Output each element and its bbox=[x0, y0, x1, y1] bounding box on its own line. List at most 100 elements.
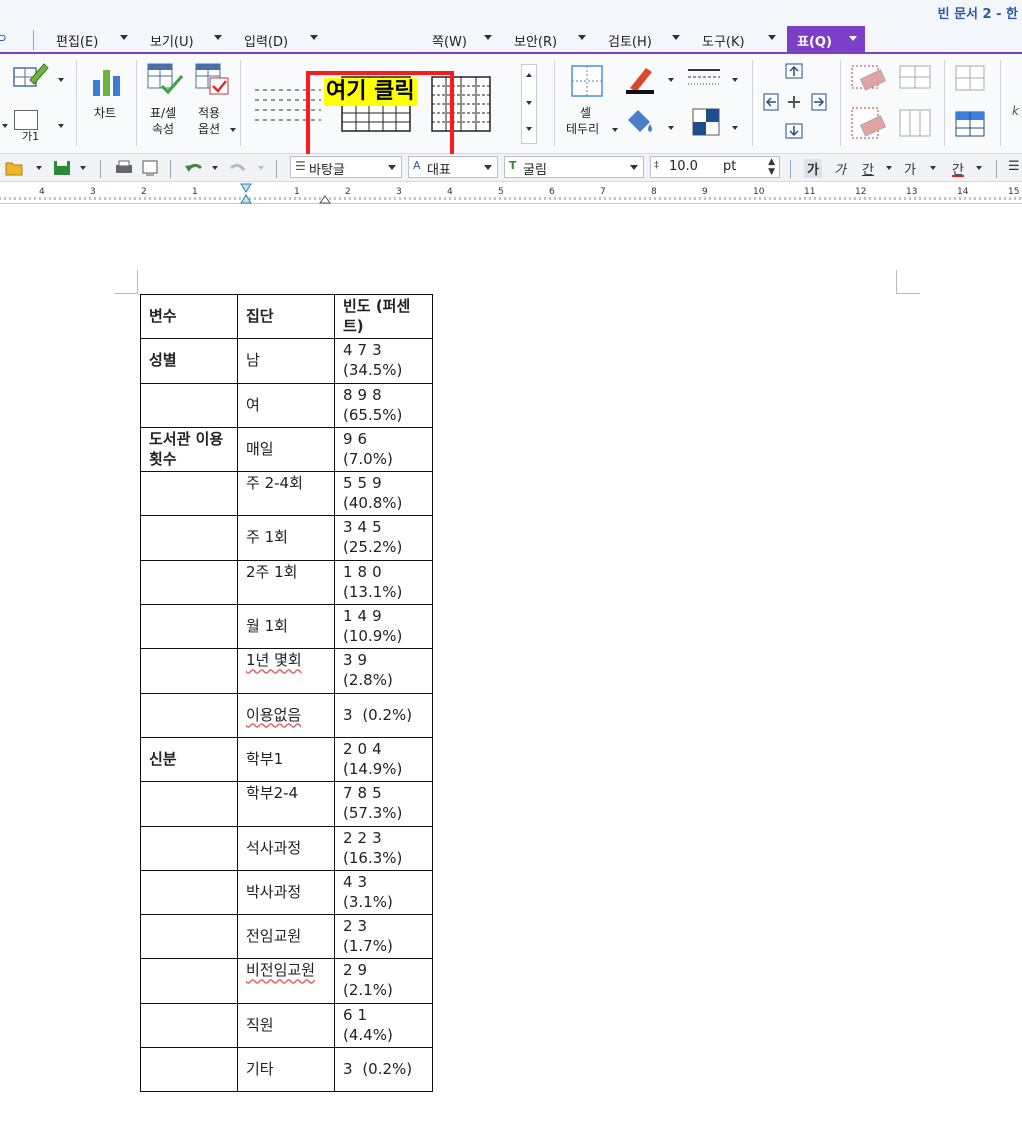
print-icon[interactable] bbox=[114, 159, 134, 177]
cell-group[interactable]: 이용없음 bbox=[237, 692, 335, 738]
save-dropdown-icon[interactable] bbox=[80, 166, 86, 170]
redo-icon[interactable] bbox=[228, 160, 248, 176]
font-color-button[interactable]: 간 bbox=[952, 159, 964, 178]
menu-insert[interactable]: 입력(D) bbox=[244, 31, 288, 50]
line-style-icon[interactable] bbox=[686, 66, 722, 90]
cell-frequency[interactable]: 785 (57.3%) bbox=[334, 781, 433, 827]
apply-options-dropdown-icon[interactable] bbox=[230, 128, 236, 132]
cell-frequency[interactable]: 3 (0.2%) bbox=[334, 1047, 433, 1093]
open-dropdown-icon[interactable] bbox=[36, 166, 42, 170]
cell-variable[interactable] bbox=[140, 781, 238, 827]
menu-edit[interactable]: 편집(E) bbox=[56, 31, 98, 50]
cell-group[interactable]: 2주 1회 bbox=[237, 559, 335, 606]
apply-options-label-2[interactable]: 옵션 bbox=[198, 122, 220, 136]
gallery-more-arrow-icon[interactable] bbox=[526, 127, 532, 131]
language-select[interactable]: A 대표 bbox=[408, 156, 498, 178]
cell-group[interactable]: 남 bbox=[237, 338, 335, 384]
table-row[interactable]: 주 2-4회 559 (40.8%) bbox=[140, 471, 433, 517]
cell-variable[interactable] bbox=[140, 515, 238, 561]
table-row[interactable]: 직원 61 (4.4%) bbox=[140, 1002, 433, 1049]
menu-page[interactable]: 쪽(W) bbox=[432, 31, 467, 50]
cell-group[interactable]: 여 bbox=[237, 382, 335, 428]
cell-variable[interactable] bbox=[140, 382, 238, 428]
undo-dropdown-icon[interactable] bbox=[212, 166, 218, 170]
table-row[interactable]: 신분 학부1 204 (14.9%) bbox=[140, 736, 433, 783]
menu-table-arrow-icon[interactable] bbox=[849, 36, 857, 41]
cell-variable[interactable]: 신분 bbox=[140, 736, 238, 783]
table-row[interactable]: 2주 1회 180 (13.1%) bbox=[140, 559, 433, 606]
cell-frequency[interactable]: 61 (4.4%) bbox=[334, 1002, 433, 1049]
cell-group[interactable]: 주 1회 bbox=[237, 515, 335, 561]
cell-group[interactable]: 월 1회 bbox=[237, 604, 335, 650]
delete-merge-icons[interactable] bbox=[848, 62, 940, 146]
fill-dropdown-icon[interactable] bbox=[668, 126, 674, 130]
cell-properties-icon[interactable] bbox=[146, 62, 186, 98]
cell-frequency[interactable]: 149 (10.9%) bbox=[334, 604, 433, 650]
gallery-down-arrow-icon[interactable] bbox=[526, 101, 532, 105]
cell-border-label-1[interactable]: 셀 bbox=[580, 106, 591, 120]
menu-tools-arrow-icon[interactable] bbox=[768, 35, 776, 40]
draw-table-dropdown-icon[interactable] bbox=[58, 78, 64, 82]
cell-group[interactable]: 학부2-4 bbox=[237, 781, 335, 827]
table-row[interactable]: 학부2-4 785 (57.3%) bbox=[140, 781, 433, 827]
menu-review[interactable]: 검토(H) bbox=[608, 31, 652, 50]
cell-frequency[interactable]: 345 (25.2%) bbox=[334, 515, 433, 561]
cell-variable[interactable] bbox=[140, 914, 238, 960]
chart-icon[interactable] bbox=[90, 64, 124, 98]
header-variable[interactable]: 변수 bbox=[140, 293, 238, 340]
table-row[interactable]: 기타 3 (0.2%) bbox=[140, 1047, 433, 1093]
horizontal-ruler[interactable]: 4 3 2 1 1 2 3 4 5 6 7 8 9 10 11 12 13 14 15 bbox=[0, 182, 1022, 204]
menu-security[interactable]: 보안(R) bbox=[514, 31, 557, 50]
statistics-table[interactable]: 변수 집단 빈도 (퍼센트) 성별 남 473 (34.5%) 여 898 (65.5%) 도… bbox=[140, 293, 433, 1093]
cell-group[interactable]: 기타 bbox=[237, 1047, 335, 1093]
font-arrow-icon[interactable] bbox=[630, 165, 638, 170]
apply-options-icon[interactable] bbox=[194, 62, 234, 98]
cell-variable[interactable] bbox=[140, 604, 238, 650]
cell-properties-label-1[interactable]: 표/셀 bbox=[150, 106, 176, 120]
cell-group[interactable]: 박사과정 bbox=[237, 869, 335, 916]
table-row[interactable]: 여 898 (65.5%) bbox=[140, 382, 433, 428]
draw-table-icon[interactable] bbox=[12, 60, 52, 94]
underline-button[interactable]: 간 bbox=[862, 159, 874, 178]
undo-icon[interactable] bbox=[184, 160, 204, 176]
font-select[interactable]: T 굴림 bbox=[504, 156, 644, 178]
table-row[interactable]: 박사과정 43 (3.1%) bbox=[140, 869, 433, 916]
cell-variable[interactable] bbox=[140, 869, 238, 916]
menu-page-arrow-icon[interactable] bbox=[484, 35, 492, 40]
table-row[interactable]: 전임교원 23 (1.7%) bbox=[140, 914, 433, 960]
cell-split-color-dropdown-icon[interactable] bbox=[732, 126, 738, 130]
cell-border-icon[interactable] bbox=[570, 64, 604, 98]
menu-tools[interactable]: 도구(K) bbox=[702, 31, 745, 50]
language-arrow-icon[interactable] bbox=[484, 165, 492, 170]
menu-insert-arrow-icon[interactable] bbox=[310, 35, 318, 40]
cell-variable[interactable] bbox=[140, 958, 238, 1004]
cell-frequency[interactable]: 180 (13.1%) bbox=[334, 559, 433, 606]
table-row[interactable]: 이용없음 3 (0.2%) bbox=[140, 692, 433, 738]
redo-dropdown-icon[interactable] bbox=[258, 166, 264, 170]
cell-frequency[interactable]: 559 (40.8%) bbox=[334, 471, 433, 517]
header-group[interactable]: 집단 bbox=[237, 293, 335, 340]
strikethrough-dropdown-icon[interactable] bbox=[930, 166, 936, 170]
table-row[interactable]: 월 1회 149 (10.9%) bbox=[140, 604, 433, 650]
cell-group[interactable]: 주 2-4회 bbox=[237, 471, 335, 517]
underline-dropdown-icon[interactable] bbox=[886, 166, 892, 170]
font-size-stepper-icon[interactable]: ▲ ▼ bbox=[768, 157, 775, 177]
document-area[interactable]: 변수 집단 빈도 (퍼센트) 성별 남 473 (34.5%) 여 898 (65.5%) 도… bbox=[0, 204, 1022, 1125]
cell-group[interactable]: 매일 bbox=[237, 426, 335, 473]
align-icon[interactable]: ☰ bbox=[1008, 159, 1020, 174]
cell-group[interactable]: 석사과정 bbox=[237, 825, 335, 871]
cell-variable[interactable] bbox=[140, 1047, 238, 1093]
cell-properties-label-2[interactable]: 속성 bbox=[152, 122, 174, 136]
cell-border-label-2[interactable]: 테두리 bbox=[566, 122, 599, 136]
cell-variable[interactable] bbox=[140, 648, 238, 694]
cell-split-color-icon[interactable] bbox=[692, 108, 720, 136]
cell-group[interactable]: 학부1 bbox=[237, 736, 335, 783]
insert-row-column-icon[interactable] bbox=[760, 60, 840, 146]
table-row[interactable]: 석사과정 223 (16.3%) bbox=[140, 825, 433, 871]
cell-variable[interactable]: 성별 bbox=[140, 338, 238, 384]
gallery-up-arrow-icon[interactable] bbox=[526, 73, 532, 77]
paragraph-style-select[interactable]: ☰ 바탕글 bbox=[290, 156, 402, 178]
cell-group[interactable]: 1년 몇회 bbox=[237, 648, 335, 694]
cell-variable[interactable] bbox=[140, 1002, 238, 1049]
text-box-icon[interactable] bbox=[14, 110, 38, 130]
